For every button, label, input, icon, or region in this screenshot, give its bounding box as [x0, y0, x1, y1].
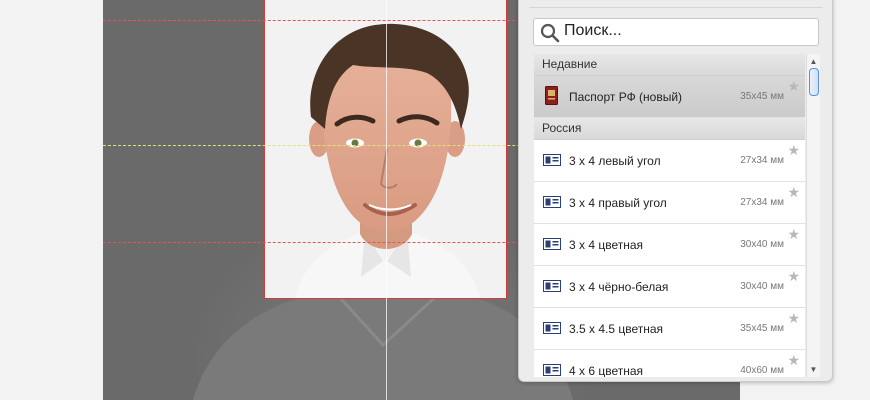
star-icon[interactable]: ★	[787, 143, 800, 157]
list-item-size: 35x45 мм	[740, 323, 784, 334]
format-list[interactable]: Недавние Паспорт РФ (новый) 35x45 мм ★ Р…	[534, 54, 805, 377]
list-item-label: 3.5 x 4.5 цветная	[569, 322, 664, 336]
panel-top-divider	[529, 0, 823, 8]
search-input[interactable]	[564, 21, 804, 41]
list-scrollbar[interactable]: ▲ ▼	[806, 54, 820, 377]
photo-doc-icon	[543, 280, 561, 292]
group-header-recent: Недавние	[534, 54, 805, 76]
star-icon[interactable]: ★	[787, 269, 800, 283]
photo-doc-icon	[543, 322, 561, 334]
search-icon	[540, 23, 560, 43]
list-item-size: 27x34 мм	[740, 197, 784, 208]
search-box[interactable]	[533, 18, 819, 46]
list-item-label: 4 x 6 цветная	[569, 364, 644, 377]
list-item-size: 35x45 мм	[740, 91, 784, 102]
scroll-down-icon[interactable]: ▼	[809, 365, 818, 374]
group-header-russia: Россия	[534, 118, 805, 140]
list-item[interactable]: 3 x 4 правый угол 27x34 мм ★	[534, 182, 805, 224]
photo-doc-icon	[543, 364, 561, 376]
list-item-label: Паспорт РФ (новый)	[569, 90, 683, 104]
photo-doc-icon	[543, 196, 561, 208]
star-icon[interactable]: ★	[787, 79, 800, 93]
list-item-size: 27x34 мм	[740, 155, 784, 166]
scroll-up-icon[interactable]: ▲	[809, 57, 818, 66]
star-icon[interactable]: ★	[787, 227, 800, 241]
list-item[interactable]: 4 x 6 цветная 40x60 мм ★	[534, 350, 805, 377]
list-item-size: 40x60 мм	[740, 365, 784, 376]
list-item-size: 30x40 мм	[740, 239, 784, 250]
format-panel: Недавние Паспорт РФ (новый) 35x45 мм ★ Р…	[518, 0, 833, 382]
photo-doc-icon	[543, 238, 561, 250]
list-item[interactable]: 3 x 4 чёрно-белая 30x40 мм ★	[534, 266, 805, 308]
scroll-thumb[interactable]	[809, 68, 819, 96]
list-item[interactable]: 3 x 4 цветная 30x40 мм ★	[534, 224, 805, 266]
list-item[interactable]: 3 x 4 левый угол 27x34 мм ★	[534, 140, 805, 182]
list-item-label: 3 x 4 чёрно-белая	[569, 280, 669, 294]
list-item-passport[interactable]: Паспорт РФ (новый) 35x45 мм ★	[534, 76, 805, 118]
list-item-label: 3 x 4 правый угол	[569, 196, 667, 210]
star-icon[interactable]: ★	[787, 353, 800, 367]
list-item-label: 3 x 4 левый угол	[569, 154, 661, 168]
guide-line-center	[386, 0, 387, 400]
star-icon[interactable]: ★	[787, 185, 800, 199]
list-item-label: 3 x 4 цветная	[569, 238, 644, 252]
passport-icon	[545, 86, 558, 105]
star-icon[interactable]: ★	[787, 311, 800, 325]
list-item[interactable]: 3.5 x 4.5 цветная 35x45 мм ★	[534, 308, 805, 350]
photo-doc-icon	[543, 154, 561, 166]
list-item-size: 30x40 мм	[740, 281, 784, 292]
